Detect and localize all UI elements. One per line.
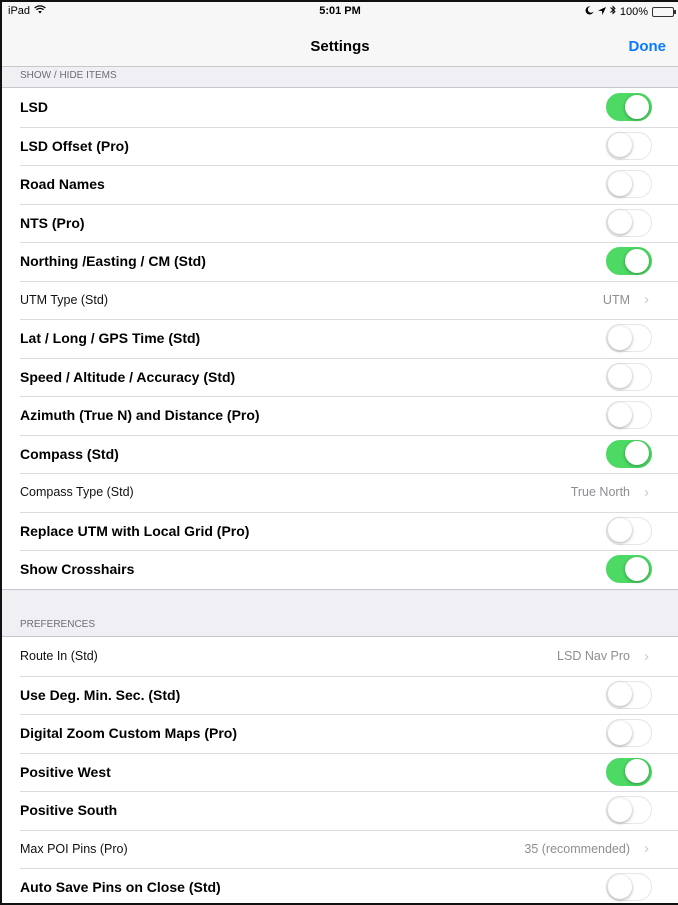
setting-row-compass-type-std[interactable]: Compass Type (Std) True North › (2, 473, 678, 512)
preferences-group: Route In (Std) LSD Nav Pro › Use Deg. Min. … (2, 636, 678, 903)
setting-label: Lat / Long / GPS Time (Std) (20, 330, 201, 347)
toggle-knob (607, 518, 632, 543)
done-button[interactable]: Done (629, 38, 667, 55)
toggle-knob (624, 759, 649, 784)
toggle-knob (607, 682, 632, 707)
toggle-knob (624, 556, 649, 581)
toggle-switch[interactable] (606, 516, 652, 545)
setting-value: True North (570, 485, 630, 500)
setting-row-northing-easting-cm-std: Northing /Easting / CM (Std) (2, 242, 678, 281)
setting-label: Positive West (20, 763, 111, 780)
toggle-switch[interactable] (606, 247, 652, 276)
setting-row-utm-type-std[interactable]: UTM Type (Std) UTM › (2, 280, 678, 320)
toggle-knob (607, 325, 632, 350)
toggle-knob (607, 171, 632, 196)
setting-label: Road Names (20, 176, 105, 193)
toggle-knob (607, 133, 632, 158)
bluetooth-icon (610, 5, 616, 18)
toggle-knob (607, 797, 632, 822)
setting-row-positive-west: Positive West (2, 752, 678, 792)
navigation-bar: Settings Done (2, 22, 678, 67)
setting-row-replace-utm-with-local-grid-pro: Replace UTM with Local Grid (Pro) (2, 511, 678, 551)
toggle-switch[interactable] (606, 719, 652, 748)
toggle-knob (607, 364, 632, 389)
setting-label: Azimuth (True N) and Distance (Pro) (20, 407, 260, 424)
toggle-switch[interactable] (606, 873, 652, 902)
chevron-right-icon: › (644, 483, 649, 501)
setting-label: LSD Offset (Pro) (20, 137, 129, 154)
section-header-preferences: PREFERENCES (20, 619, 96, 630)
setting-row-use-deg-min-sec-std: Use Deg. Min. Sec. (Std) (2, 675, 678, 715)
chevron-right-icon: › (644, 291, 649, 309)
toggle-switch[interactable] (606, 324, 652, 353)
status-bar: iPad 5:01 PM 100% (2, 2, 678, 22)
toggle-switch[interactable] (606, 362, 652, 391)
setting-label: Positive South (20, 802, 118, 819)
setting-label: Show Crosshairs (20, 561, 135, 578)
setting-label: Digital Zoom Custom Maps (Pro) (20, 725, 237, 742)
location-arrow-icon (597, 6, 606, 18)
setting-label: Compass Type (Std) (20, 485, 134, 500)
setting-row-azimuth-true-n-and-distance-pro: Azimuth (True N) and Distance (Pro) (2, 396, 678, 435)
chevron-right-icon: › (644, 840, 649, 858)
moon-icon (585, 5, 594, 18)
setting-label: UTM Type (Std) (20, 292, 108, 307)
setting-row-route-in-std[interactable]: Route In (Std) LSD Nav Pro › (2, 637, 678, 676)
setting-row-max-poi-pins-pro[interactable]: Max POI Pins (Pro) 35 (recommended) › (2, 829, 678, 869)
setting-row-positive-south: Positive South (2, 791, 678, 830)
setting-label: NTS (Pro) (20, 214, 85, 231)
setting-label: Speed / Altitude / Accuracy (Std) (20, 368, 236, 385)
page-title: Settings (310, 38, 370, 55)
toggle-knob (607, 402, 632, 427)
setting-row-road-names: Road Names (2, 165, 678, 204)
setting-row-auto-save-pins-on-close-std: Auto Save Pins on Close (Std) (2, 868, 678, 903)
toggle-switch[interactable] (606, 555, 652, 584)
toggle-knob (624, 248, 649, 273)
setting-label: Auto Save Pins on Close (Std) (20, 879, 221, 896)
setting-row-compass-std: Compass (Std) (2, 434, 678, 474)
toggle-switch[interactable] (606, 170, 652, 199)
toggle-switch[interactable] (606, 796, 652, 825)
setting-row-lsd: LSD (2, 88, 678, 127)
battery-percent: 100% (619, 5, 648, 18)
toggle-knob (607, 210, 632, 235)
settings-screen: iPad 5:01 PM 100% Settings Done SHOW / H… (0, 0, 678, 905)
setting-value: LSD Nav Pro (557, 649, 630, 664)
setting-row-speed-altitude-accuracy-std: Speed / Altitude / Accuracy (Std) (2, 357, 678, 397)
setting-label: LSD (20, 99, 48, 116)
setting-value: 35 (recommended) (524, 841, 630, 856)
toggle-knob (624, 94, 649, 119)
toggle-switch[interactable] (606, 208, 652, 237)
toggle-switch[interactable] (606, 93, 652, 122)
setting-row-show-crosshairs: Show Crosshairs (2, 550, 678, 589)
show-hide-items-group: LSD LSD Offset (Pro) Road Names NTS (Pro) No… (2, 87, 678, 590)
setting-label: Route In (Std) (20, 649, 98, 664)
setting-label: Replace UTM with Local Grid (Pro) (20, 522, 250, 539)
toggle-switch[interactable] (606, 757, 652, 786)
toggle-switch[interactable] (606, 131, 652, 160)
setting-label: Northing /Easting / CM (Std) (20, 253, 206, 270)
toggle-switch[interactable] (606, 401, 652, 430)
toggle-knob (624, 441, 649, 466)
toggle-switch[interactable] (606, 680, 652, 709)
setting-row-lat-long-gps-time-std: Lat / Long / GPS Time (Std) (2, 319, 678, 358)
setting-label: Use Deg. Min. Sec. (Std) (20, 686, 181, 703)
toggle-knob (607, 720, 632, 745)
setting-value: UTM (602, 292, 630, 307)
section-header-show-hide: SHOW / HIDE ITEMS (20, 70, 117, 81)
toggle-knob (607, 874, 632, 899)
setting-row-digital-zoom-custom-maps-pro: Digital Zoom Custom Maps (Pro) (2, 714, 678, 753)
setting-row-lsd-offset-pro: LSD Offset (Pro) (2, 126, 678, 166)
chevron-right-icon: › (644, 647, 649, 665)
setting-row-nts-pro: NTS (Pro) (2, 203, 678, 243)
toggle-switch[interactable] (606, 439, 652, 468)
setting-label: Compass (Std) (20, 445, 119, 462)
status-right: 100% (585, 5, 676, 18)
setting-label: Max POI Pins (Pro) (20, 841, 128, 856)
status-time: 5:01 PM (319, 5, 361, 17)
battery-icon (652, 6, 676, 17)
